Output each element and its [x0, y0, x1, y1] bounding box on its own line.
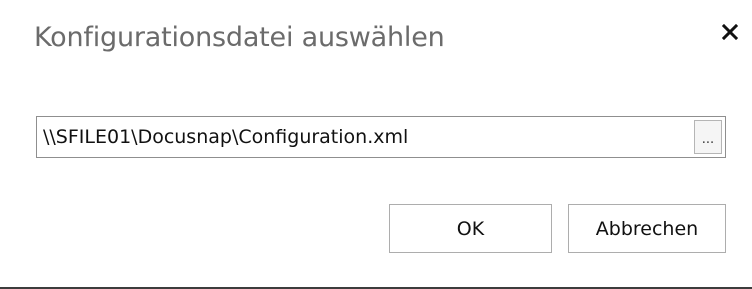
config-path-field: ... — [36, 116, 726, 158]
cancel-button[interactable]: Abbrechen — [568, 204, 726, 253]
dialog-title: Konfigurationsdatei auswählen — [34, 22, 445, 53]
close-icon — [722, 24, 738, 40]
browse-button[interactable]: ... — [694, 120, 722, 154]
ok-button[interactable]: OK — [389, 204, 552, 253]
config-path-input[interactable] — [37, 117, 691, 157]
close-button[interactable] — [714, 16, 746, 48]
select-config-dialog: Konfigurationsdatei auswählen ... OK Abb… — [0, 0, 752, 289]
